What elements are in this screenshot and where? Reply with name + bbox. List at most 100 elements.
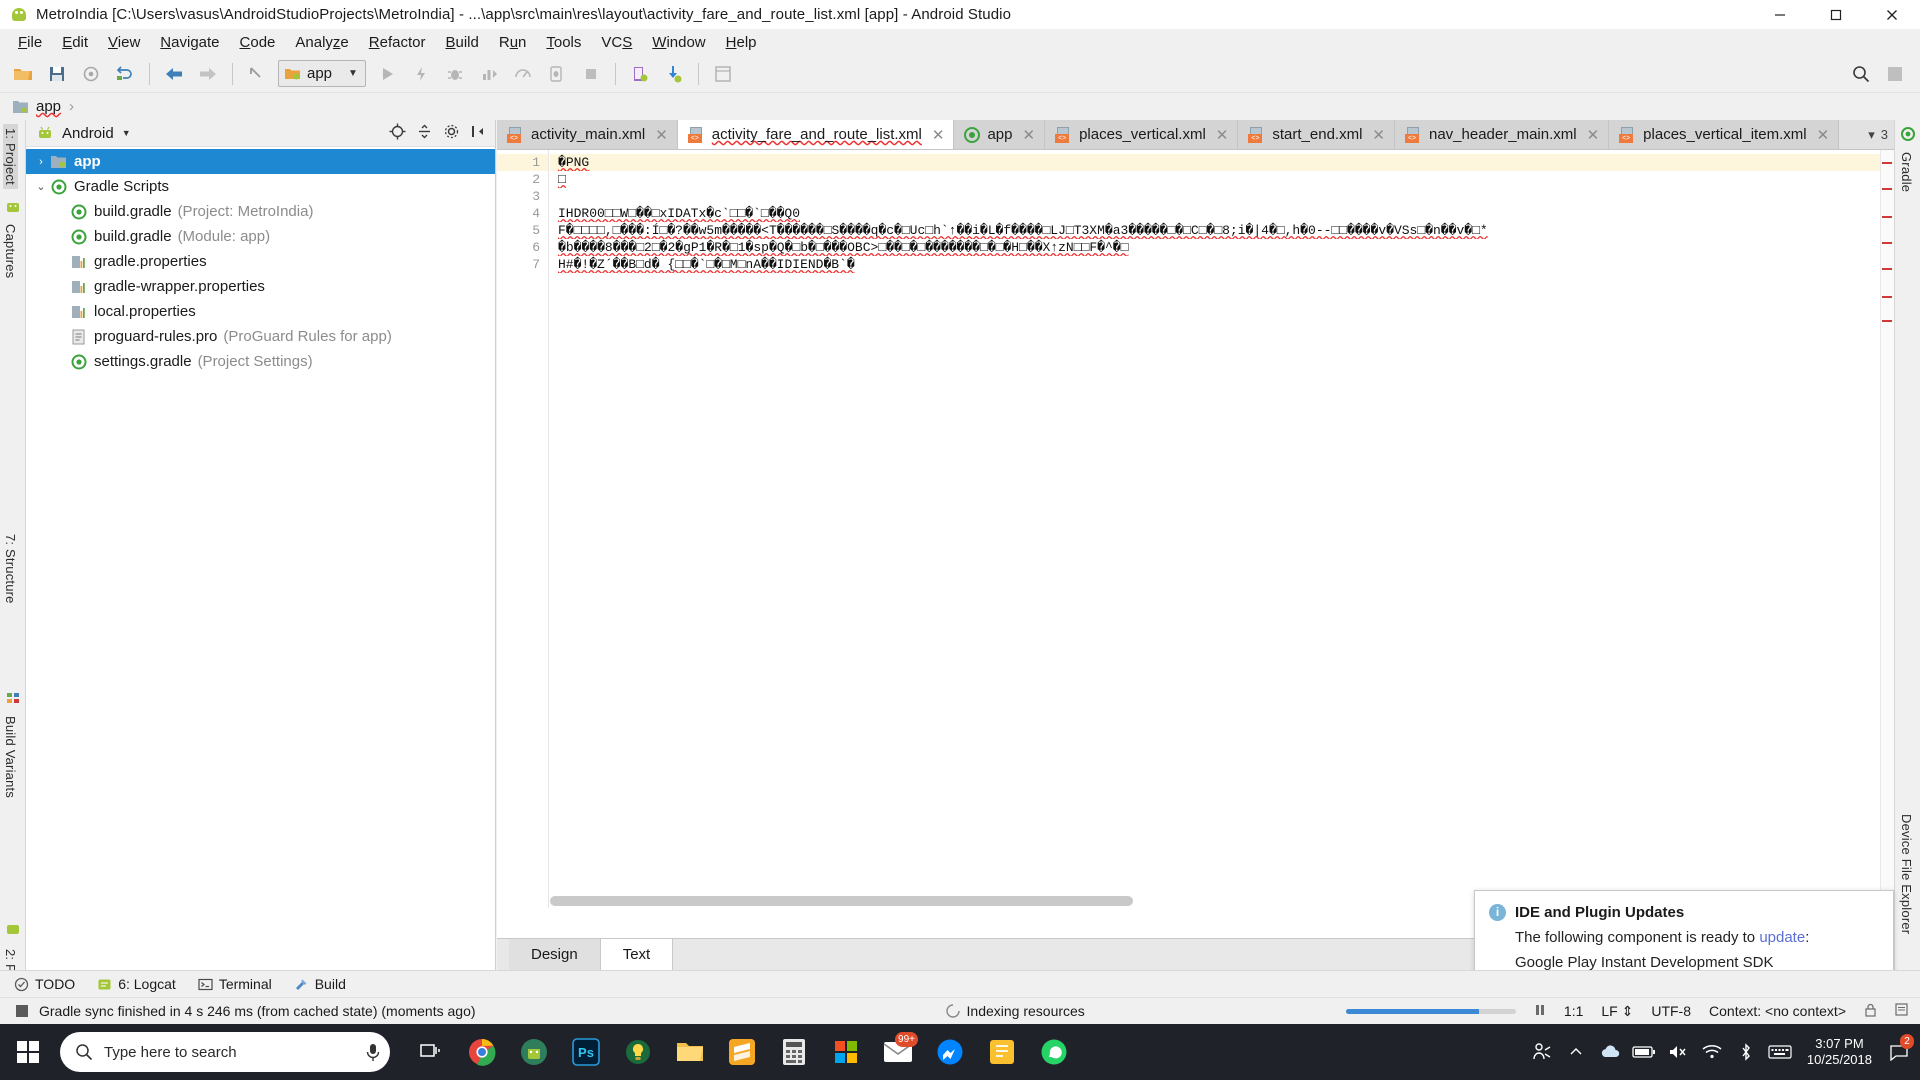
- menu-navigate[interactable]: Navigate: [150, 31, 229, 54]
- tree-item-gradle-properties[interactable]: gradle.properties: [26, 249, 495, 274]
- close-icon[interactable]: ✕: [932, 126, 945, 144]
- tab-list-icon[interactable]: ▾: [1868, 127, 1875, 143]
- editor-tab-activity-main-xml[interactable]: <> activity_main.xml ✕: [497, 120, 678, 149]
- tree-item-local-properties[interactable]: local.properties: [26, 299, 495, 324]
- tree-item-gradle-scripts[interactable]: ⌄ Gradle Scripts: [26, 174, 495, 199]
- menu-tools[interactable]: Tools: [536, 31, 591, 54]
- tree-item-build-gradle[interactable]: build.gradle (Project: MetroIndia): [26, 199, 495, 224]
- battery-icon[interactable]: [1627, 1024, 1661, 1080]
- rail-tab-gradle[interactable]: Gradle: [1899, 148, 1914, 196]
- notes-icon[interactable]: [976, 1024, 1028, 1080]
- tree-item-app[interactable]: › app: [26, 149, 495, 174]
- menu-view[interactable]: View: [98, 31, 150, 54]
- tree-item-proguard-rules-pro[interactable]: proguard-rules.pro (ProGuard Rules for ap…: [26, 324, 495, 349]
- editor-tab-start-end-xml[interactable]: <> start_end.xml ✕: [1238, 120, 1395, 149]
- menu-vcs[interactable]: VCS: [591, 31, 642, 54]
- menu-code[interactable]: Code: [230, 31, 286, 54]
- editor-tab-bar[interactable]: <> activity_main.xml ✕ <> activity_fare_and_…: [497, 120, 1894, 150]
- toolwindow-todo[interactable]: TODO: [14, 976, 75, 992]
- keyboard-icon[interactable]: [1763, 1024, 1797, 1080]
- sublime-icon[interactable]: [716, 1024, 768, 1080]
- run-icon[interactable]: [372, 59, 402, 89]
- rail-tab-project[interactable]: 1: Project: [3, 124, 18, 189]
- apply-changes-icon[interactable]: [406, 59, 436, 89]
- menu-build[interactable]: Build: [435, 31, 488, 54]
- toolwindow-build[interactable]: Build: [294, 976, 346, 992]
- tree-item-build-gradle[interactable]: build.gradle (Module: app): [26, 224, 495, 249]
- save-all-icon[interactable]: [42, 59, 72, 89]
- minimize-button[interactable]: [1752, 0, 1808, 29]
- code-line[interactable]: □: [550, 171, 1894, 188]
- sdk-manager-icon[interactable]: [659, 59, 689, 89]
- open-folder-icon[interactable]: [8, 59, 38, 89]
- tree-collapsed-icon[interactable]: ›: [32, 156, 50, 168]
- progress-pause-icon[interactable]: [1534, 1003, 1546, 1019]
- lightbulb-icon[interactable]: [612, 1024, 664, 1080]
- tab-text[interactable]: Text: [600, 939, 674, 970]
- menu-window[interactable]: Window: [642, 31, 715, 54]
- microphone-icon[interactable]: [364, 1042, 382, 1062]
- settings-gear-icon[interactable]: [443, 123, 460, 144]
- close-icon[interactable]: ✕: [1817, 126, 1830, 144]
- attach-debugger-icon[interactable]: [542, 59, 572, 89]
- rail-tab-build-variants[interactable]: Build Variants: [3, 712, 18, 802]
- event-log-icon[interactable]: [1895, 1003, 1908, 1019]
- avd-manager-icon[interactable]: [625, 59, 655, 89]
- stop-icon[interactable]: [576, 59, 606, 89]
- menu-help[interactable]: Help: [716, 31, 767, 54]
- tree-item-settings-gradle[interactable]: settings.gradle (Project Settings): [26, 349, 495, 374]
- show-hidden-icons-chevron-icon[interactable]: [1559, 1024, 1593, 1080]
- toolwindow-terminal[interactable]: Terminal: [198, 976, 272, 992]
- volume-muted-icon[interactable]: [1661, 1024, 1695, 1080]
- menu-file[interactable]: File: [8, 31, 52, 54]
- close-icon[interactable]: ✕: [655, 126, 668, 144]
- chrome-icon[interactable]: [456, 1024, 508, 1080]
- debug-icon[interactable]: [440, 59, 470, 89]
- mail-icon[interactable]: 99+: [872, 1024, 924, 1080]
- code-editor[interactable]: 12 3 4 5 6 7 �PNG □ IHDR00□□W□��□xIDATx�c`□□�`…: [497, 150, 1894, 908]
- layout-editor-icon[interactable]: [708, 59, 738, 89]
- editor-tab-nav-header-main-xml[interactable]: <> nav_header_main.xml ✕: [1395, 120, 1610, 149]
- close-icon[interactable]: ✕: [1372, 126, 1385, 144]
- close-icon[interactable]: ✕: [1587, 126, 1600, 144]
- toolwindow-logcat[interactable]: 6: Logcat: [97, 976, 176, 992]
- refresh-sync-icon[interactable]: [110, 59, 140, 89]
- breadcrumb-item-app[interactable]: app: [12, 98, 61, 115]
- code-line[interactable]: �PNG: [550, 154, 1894, 171]
- task-view-icon[interactable]: [404, 1024, 456, 1080]
- code-line[interactable]: H#�!�Z´��B□d� {□□�`□�□M□nA��IDIEND�B`�: [550, 256, 1894, 273]
- tab-design[interactable]: Design: [509, 939, 601, 970]
- code-line[interactable]: �b����8���□2□�2�gP1�R�□1�sp�Q�□b�□���OBC…: [550, 239, 1894, 256]
- sync-gradle-icon[interactable]: [76, 59, 106, 89]
- code-content[interactable]: �PNG □ IHDR00□□W□��□xIDATx�c`□□�`□��Q0 F�□…: [550, 150, 1894, 908]
- hide-panel-icon[interactable]: [470, 123, 487, 144]
- error-marker-bar[interactable]: [1880, 150, 1894, 908]
- calculator-icon[interactable]: [768, 1024, 820, 1080]
- editor-tab-places-vertical-xml[interactable]: <> places_vertical.xml ✕: [1045, 120, 1239, 149]
- editor-tab-places-vertical-item-xml[interactable]: <> places_vertical_item.xml ✕: [1609, 120, 1840, 149]
- caret-position[interactable]: 1:1: [1564, 1003, 1583, 1019]
- rail-tab-captures[interactable]: Captures: [3, 220, 18, 282]
- close-icon[interactable]: ✕: [1216, 126, 1229, 144]
- android-profiler-icon[interactable]: [508, 59, 538, 89]
- menu-analyze[interactable]: Analyze: [285, 31, 358, 54]
- run-configuration-selector[interactable]: app ▼: [278, 60, 366, 87]
- code-line[interactable]: [550, 188, 1894, 205]
- rail-tab-structure[interactable]: 7: Structure: [3, 530, 18, 608]
- editor-tab-app[interactable]: app ✕: [954, 120, 1046, 149]
- taskbar-clock[interactable]: 3:07 PM 10/25/2018: [1797, 1036, 1882, 1068]
- whatsapp-icon[interactable]: [1028, 1024, 1080, 1080]
- context-indicator[interactable]: Context: <no context>: [1709, 1003, 1846, 1019]
- code-line[interactable]: IHDR00□□W□��□xIDATx�c`□□�`□��Q0: [550, 205, 1894, 222]
- navigate-back-icon[interactable]: [159, 59, 189, 89]
- photoshop-icon[interactable]: Ps: [560, 1024, 612, 1080]
- android-studio-icon[interactable]: [508, 1024, 560, 1080]
- taskbar-search[interactable]: Type here to search: [60, 1032, 390, 1072]
- line-separator[interactable]: LF ⇕: [1601, 1003, 1633, 1020]
- navigate-forward-icon[interactable]: [193, 59, 223, 89]
- locate-file-icon[interactable]: [389, 123, 406, 144]
- notification-update-link[interactable]: update: [1759, 929, 1805, 946]
- menu-run[interactable]: Run: [489, 31, 537, 54]
- layout-toggle-icon[interactable]: [1880, 59, 1910, 89]
- project-file-tree[interactable]: › app ⌄ Gradle Scripts build.gradle (Project:…: [26, 147, 495, 374]
